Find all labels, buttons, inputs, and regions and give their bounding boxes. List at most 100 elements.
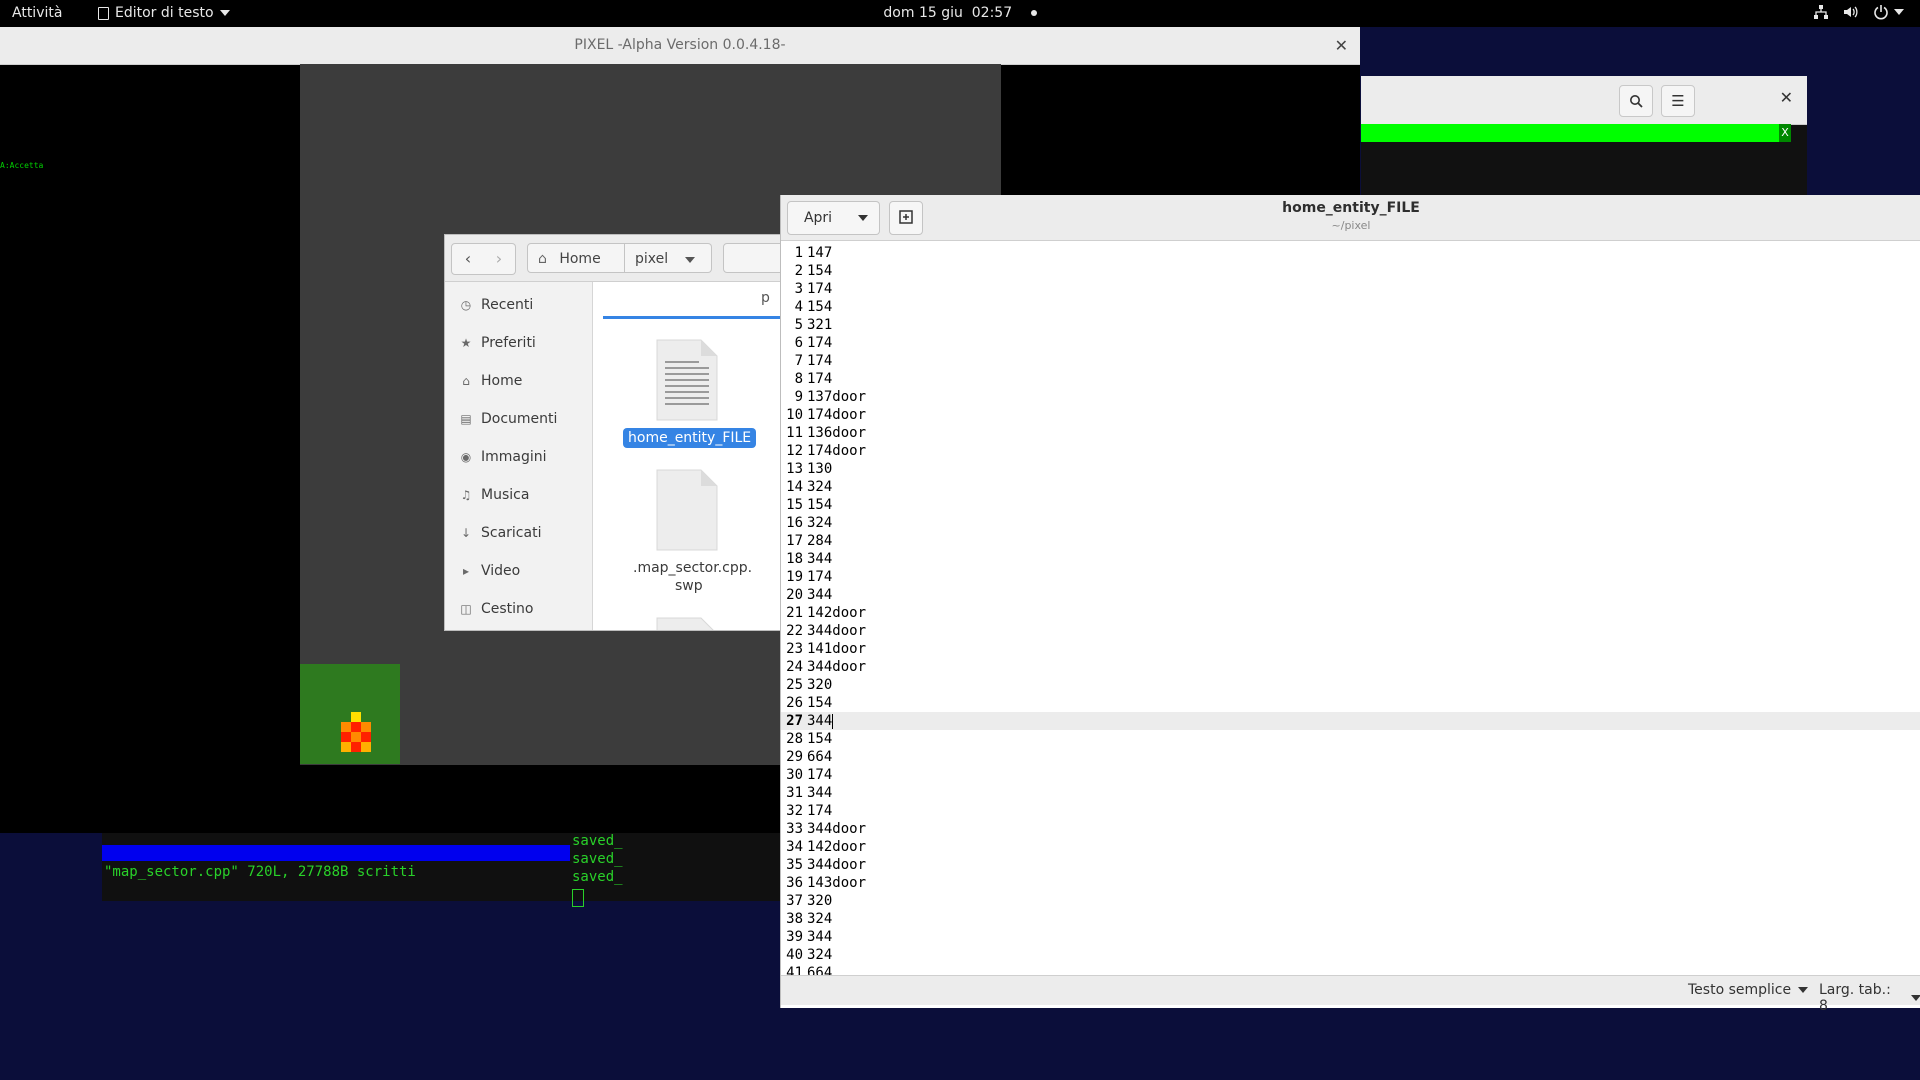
editor-line[interactable]: 17 284 (781, 532, 1920, 550)
editor-line[interactable]: 1 147 (781, 244, 1920, 262)
editor-line[interactable]: 27 344 (781, 712, 1920, 730)
language-selector[interactable]: Testo semplice (1688, 982, 1809, 998)
line-number: 22 (786, 623, 803, 639)
line-number: 37 (786, 893, 803, 909)
sidebar-item-home[interactable]: ⌂ Home (459, 371, 522, 391)
editor-line[interactable]: 35 344door (781, 856, 1920, 874)
file-item-swp[interactable]: .map_sector.cpp. (633, 560, 752, 576)
editor-line[interactable]: 3 174 (781, 280, 1920, 298)
terminal[interactable]: "map_sector.cpp" 720L, 27788B scritti sa… (0, 833, 780, 953)
sidebar-item-documents[interactable]: ▤ Documenti (459, 409, 557, 429)
menu-button[interactable]: ☰ (1661, 85, 1695, 117)
editor-line[interactable]: 8 174 (781, 370, 1920, 388)
sidebar-item-label: Recenti (481, 297, 534, 313)
line-text: 154 (807, 695, 833, 711)
editor-line[interactable]: 40 324 (781, 946, 1920, 964)
open-button[interactable]: Apri (787, 201, 849, 235)
clock[interactable]: dom 15 giu 02:57 (883, 5, 1012, 21)
line-number: 1 (794, 245, 803, 261)
text-view[interactable]: 1 147 2 154 3 174 4 154 5 321 6 174 7 174 8 174 9 137door… (781, 241, 1920, 975)
file-icon[interactable] (655, 616, 719, 631)
editor-line[interactable]: 28 154 (781, 730, 1920, 748)
background-editor-window[interactable]: ☰ ✕ X (1361, 76, 1807, 196)
line-text: 174door (807, 443, 867, 459)
sidebar-item-pictures[interactable]: ◉ Immagini (459, 447, 547, 467)
editor-line[interactable]: 41 664 (781, 964, 1920, 975)
editor-header: Apri home_entity_FILE ~/pixel (781, 195, 1920, 241)
text-file-icon[interactable] (655, 338, 719, 422)
editor-line[interactable]: 38 324 (781, 910, 1920, 928)
sidebar-item-recent[interactable]: ◷ Recenti (459, 295, 534, 315)
app-menu[interactable]: Editor di testo (98, 5, 230, 21)
editor-line[interactable]: 10 174door (781, 406, 1920, 424)
editor-line[interactable]: 18 344 (781, 550, 1920, 568)
chevron-right-icon: › (495, 249, 503, 268)
editor-line[interactable]: 7 174 (781, 352, 1920, 370)
editor-line[interactable]: 15 154 (781, 496, 1920, 514)
editor-line[interactable]: 11 136door (781, 424, 1920, 442)
view-button[interactable] (723, 243, 785, 273)
line-number: 25 (786, 677, 803, 693)
open-dropdown-button[interactable] (847, 201, 880, 235)
close-icon[interactable]: ✕ (1780, 88, 1793, 107)
volume-icon (1844, 6, 1858, 18)
editor-line[interactable]: 32 174 (781, 802, 1920, 820)
editor-line[interactable]: 39 344 (781, 928, 1920, 946)
editor-line[interactable]: 6 174 (781, 334, 1920, 352)
editor-line[interactable]: 29 664 (781, 748, 1920, 766)
system-tray[interactable] (1813, 4, 1904, 20)
line-number: 15 (786, 497, 803, 513)
hamburger-icon: ☰ (1671, 92, 1685, 110)
line-text: 664 (807, 965, 833, 975)
activities-button[interactable]: Attività (12, 5, 62, 21)
close-icon[interactable]: ✕ (1335, 27, 1348, 64)
editor-line[interactable]: 26 154 (781, 694, 1920, 712)
file-icon[interactable] (655, 468, 719, 552)
search-button[interactable] (1619, 85, 1653, 117)
editor-line[interactable]: 2 154 (781, 262, 1920, 280)
editor-line[interactable]: 16 324 (781, 514, 1920, 532)
editor-line[interactable]: 4 154 (781, 298, 1920, 316)
line-text: 174door (807, 407, 867, 423)
line-text: 344 (807, 551, 833, 567)
green-bar: X (1361, 124, 1791, 142)
video-icon: ▸ (462, 564, 470, 578)
green-bar-close[interactable]: X (1779, 124, 1791, 142)
language-label: Testo semplice (1688, 982, 1792, 998)
editor-line[interactable]: 34 142door (781, 838, 1920, 856)
line-number: 27 (786, 713, 803, 729)
path-pixel-button[interactable]: pixel (625, 243, 712, 273)
editor-line[interactable]: 13 130 (781, 460, 1920, 478)
editor-line[interactable]: 24 344door (781, 658, 1920, 676)
forward-button[interactable]: › (483, 243, 516, 275)
editor-line[interactable]: 31 344 (781, 784, 1920, 802)
sidebar-item-starred[interactable]: ★ Preferiti (459, 333, 536, 353)
editor-line[interactable]: 19 174 (781, 568, 1920, 586)
editor-line[interactable]: 37 320 (781, 892, 1920, 910)
file-item-home-entity[interactable]: home_entity_FILE (623, 428, 757, 448)
text-editor-window[interactable]: Apri home_entity_FILE ~/pixel 1 147 2 154 3 1… (780, 195, 1920, 1014)
editor-line[interactable]: 30 174 (781, 766, 1920, 784)
editor-line[interactable]: 21 142door (781, 604, 1920, 622)
path-home-button[interactable]: ⌂ Home (527, 243, 625, 273)
editor-line[interactable]: 33 344door (781, 820, 1920, 838)
editor-line[interactable]: 22 344door (781, 622, 1920, 640)
editor-line[interactable]: 20 344 (781, 586, 1920, 604)
back-button[interactable]: ‹ (451, 243, 485, 275)
files-window[interactable]: ‹ › ⌂ Home pixel ◷ Recenti ★ Preferiti ⌂ Ho… (444, 234, 786, 631)
editor-line[interactable]: 25 320 (781, 676, 1920, 694)
editor-line[interactable]: 12 174door (781, 442, 1920, 460)
sidebar-item-downloads[interactable]: ↓ Scaricati (459, 523, 542, 543)
editor-line[interactable]: 14 324 (781, 478, 1920, 496)
sidebar-item-videos[interactable]: ▸ Video (459, 561, 520, 581)
new-tab-button[interactable] (889, 201, 923, 235)
tab-width-selector[interactable]: Larg. tab.: 8 (1819, 982, 1920, 1014)
sidebar-item-music[interactable]: ♫ Musica (459, 485, 530, 505)
editor-line[interactable]: 23 141door (781, 640, 1920, 658)
editor-line[interactable]: 5 321 (781, 316, 1920, 334)
sidebar-item-trash[interactable]: ◫ Cestino (459, 599, 533, 619)
editor-line[interactable]: 36 143door (781, 874, 1920, 892)
line-number: 3 (794, 281, 803, 297)
line-number: 35 (786, 857, 803, 873)
editor-line[interactable]: 9 137door (781, 388, 1920, 406)
